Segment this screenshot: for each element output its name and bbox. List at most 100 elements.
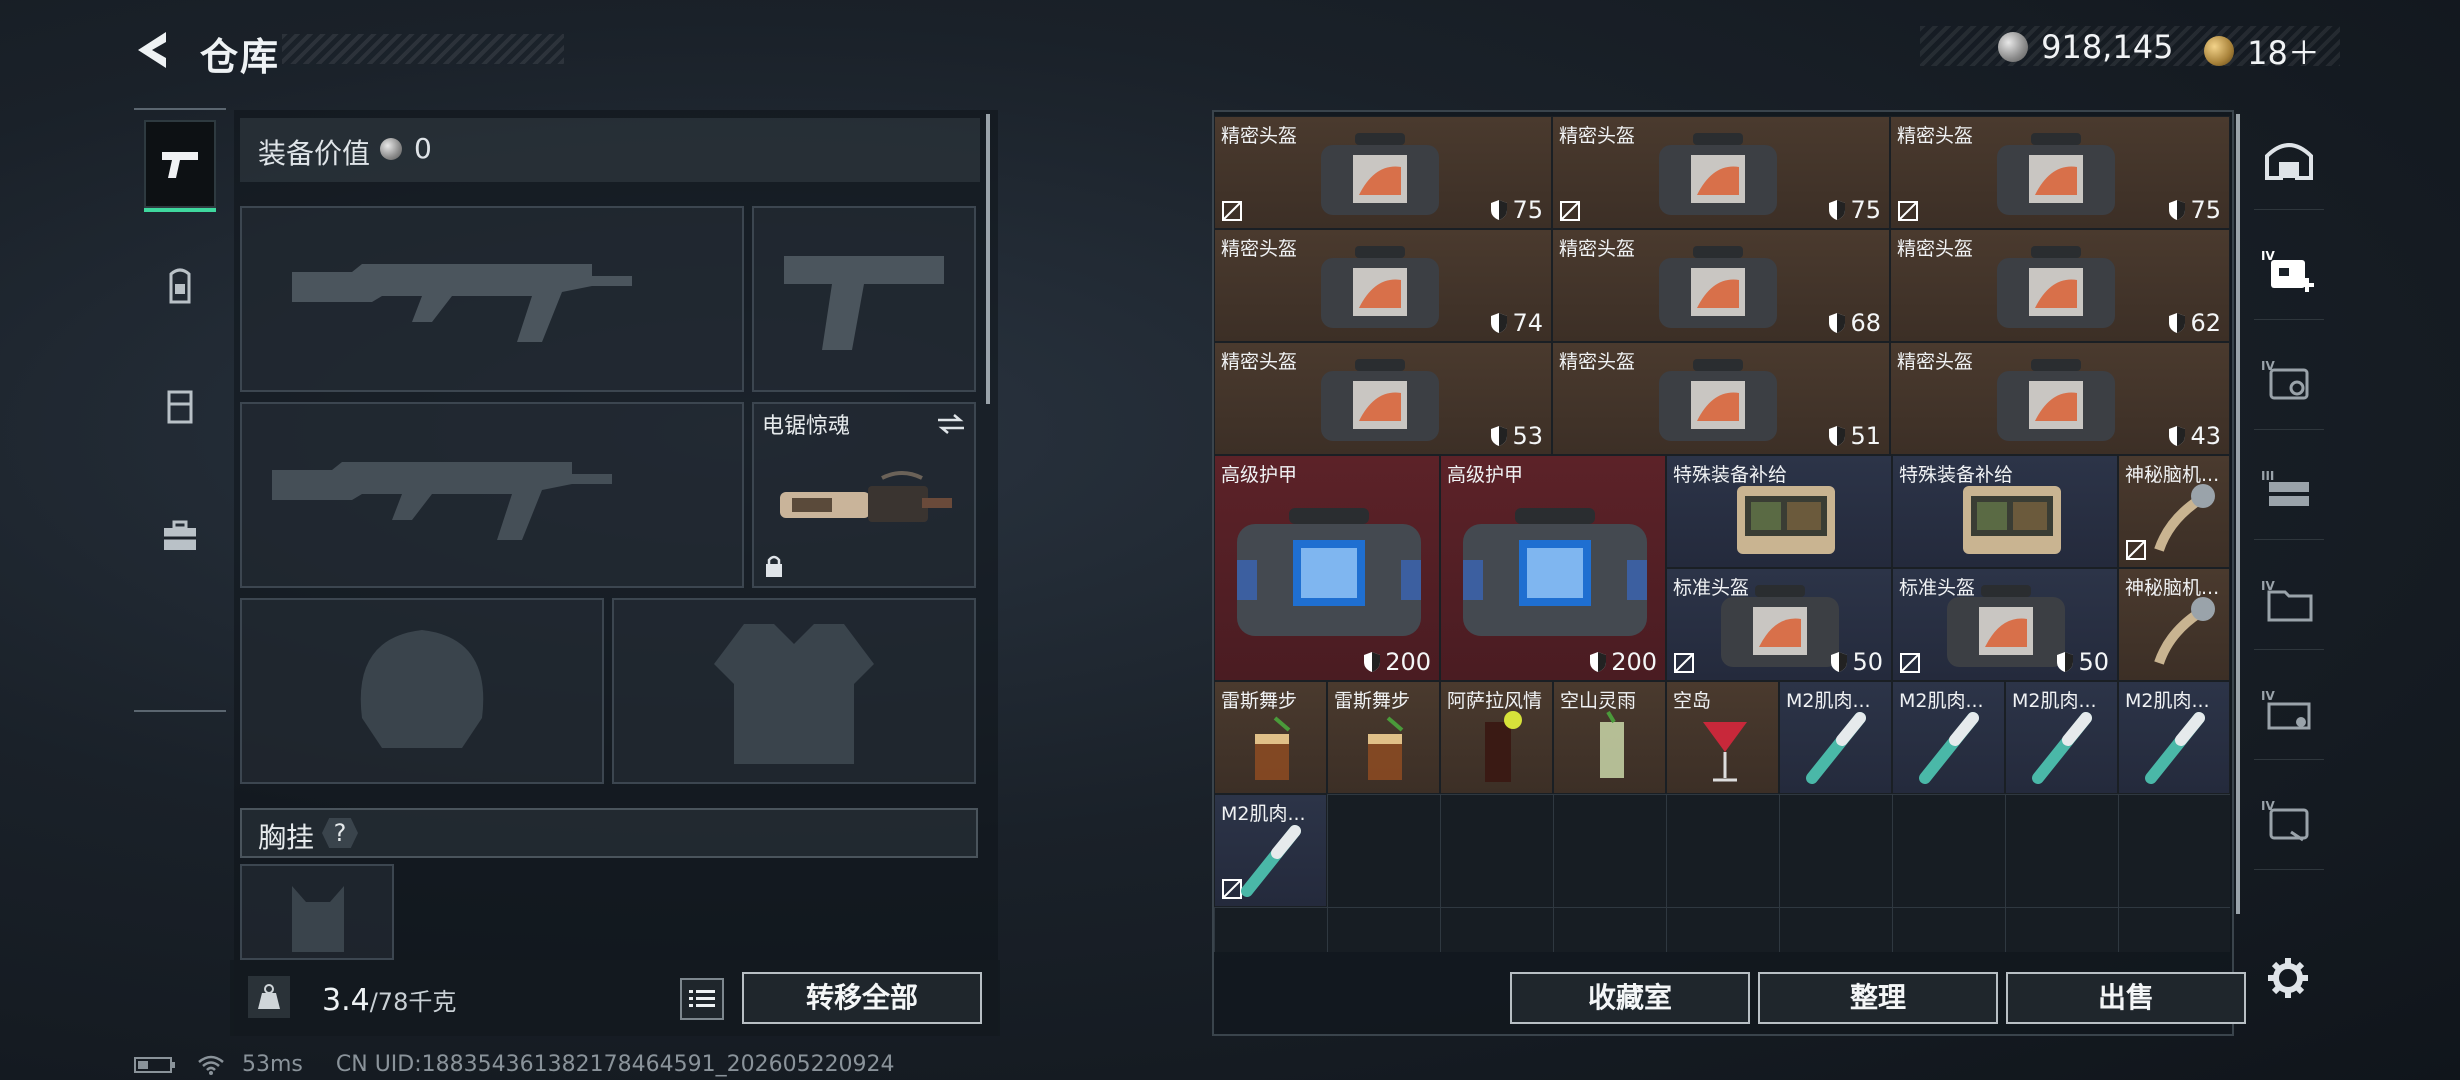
tab-storage-3[interactable]: IV: [2254, 550, 2324, 650]
helmet-silhouette-icon: [360, 630, 484, 748]
item-name: 精密头盔: [1559, 351, 1636, 373]
helmet-case-icon: [1997, 359, 2115, 441]
tab-rig[interactable]: [144, 360, 216, 452]
item-durability: 62: [2168, 309, 2221, 337]
item-durability: 43: [2168, 422, 2221, 450]
item-tile[interactable]: 神秘脑机...: [2118, 568, 2230, 681]
item-tile[interactable]: 高级护甲 200: [1214, 455, 1440, 681]
item-name: 精密头盔: [1897, 238, 1974, 260]
currency-gold[interactable]: 18＋: [2204, 28, 2320, 74]
item-tile[interactable]: M2肌肉...: [1779, 681, 1892, 794]
chest-rig-slot[interactable]: [240, 864, 394, 960]
toolbox-icon: [164, 520, 196, 550]
currency-silver[interactable]: 918,145: [1998, 28, 2173, 66]
shield-icon: [1491, 200, 1508, 220]
item-durability: 50: [2056, 648, 2109, 676]
back-button[interactable]: [132, 28, 176, 72]
settings-button[interactable]: [2266, 956, 2310, 1000]
transfer-all-button[interactable]: 转移全部: [742, 972, 982, 1024]
tab-weapons[interactable]: [144, 120, 216, 212]
helmet-slot[interactable]: [240, 598, 604, 784]
item-tile[interactable]: 精密头盔 62: [1890, 229, 2230, 342]
organize-button[interactable]: 整理: [1758, 972, 1998, 1024]
tab-items[interactable]: [144, 490, 216, 582]
tab-storage-4[interactable]: IV: [2254, 660, 2324, 760]
item-tile[interactable]: 标准头盔 50: [1892, 568, 2118, 681]
item-tile[interactable]: 精密头盔 51: [1552, 342, 1890, 455]
item-name: 精密头盔: [1559, 125, 1636, 147]
item-tile[interactable]: 特殊装备补给: [1666, 455, 1892, 568]
item-durability: 75: [1490, 196, 1543, 224]
helmet-case-icon: [1721, 585, 1839, 667]
gold-coin-icon: [2204, 36, 2234, 66]
wifi-icon: [198, 1055, 224, 1075]
chest-rig-help-button[interactable]: ?: [322, 818, 358, 848]
swap-icon[interactable]: [936, 412, 966, 436]
no-trade-icon: [1222, 201, 1242, 221]
item-durability: 53: [1490, 422, 1543, 450]
item-durability: 50: [1830, 648, 1883, 676]
item-durability: 68: [1828, 309, 1881, 337]
item-tile[interactable]: 空岛: [1666, 681, 1779, 794]
gold-amount: 18＋: [2247, 34, 2320, 72]
helmet-case-icon: [1947, 585, 2065, 667]
item-tile[interactable]: 神秘脑机...: [2118, 455, 2230, 568]
shield-icon: [2057, 652, 2074, 672]
tab-vault[interactable]: [2254, 110, 2324, 210]
item-tile[interactable]: 标准头盔 50: [1666, 568, 1892, 681]
item-tile[interactable]: 精密头盔 53: [1214, 342, 1552, 455]
item-tile[interactable]: 空山灵雨: [1553, 681, 1666, 794]
no-trade-icon: [1900, 653, 1920, 673]
storage-scrollbar[interactable]: [2236, 114, 2240, 914]
tab-storage-2[interactable]: III: [2254, 440, 2324, 540]
item-tile[interactable]: M2肌肉...: [1892, 681, 2005, 794]
item-tile[interactable]: 雷斯舞步: [1214, 681, 1327, 794]
injector-icon: [1919, 712, 1979, 784]
brain-device-icon: [2154, 484, 2215, 552]
item-tile[interactable]: 精密头盔 68: [1552, 229, 1890, 342]
item-tile[interactable]: 高级护甲 200: [1440, 455, 1666, 681]
tab-helmet-armor[interactable]: [144, 240, 216, 332]
item-tile[interactable]: 精密头盔 43: [1890, 342, 2230, 455]
item-tile[interactable]: M2肌肉...: [2118, 681, 2230, 794]
item-tile[interactable]: 精密头盔 75: [1214, 116, 1552, 229]
title-decoration: [282, 34, 564, 64]
tab-storage-5[interactable]: IV: [2254, 770, 2324, 870]
injector-icon: [2032, 712, 2092, 784]
weight-display: 3.4/78千克: [322, 982, 456, 1018]
cocktail-glass-icon: [1255, 716, 1291, 780]
secondary-weapon-slot[interactable]: [240, 402, 744, 588]
item-name: 精密头盔: [1897, 351, 1974, 373]
tab-storage-1[interactable]: IV: [2254, 330, 2324, 430]
melee-slot[interactable]: 电锯惊魂: [752, 402, 976, 588]
item-name: 雷斯舞步: [1221, 690, 1298, 712]
item-tile[interactable]: 精密头盔 74: [1214, 229, 1552, 342]
storage-case-icon: IV: [2261, 799, 2309, 841]
pistol-slot[interactable]: [752, 206, 976, 392]
item-tile[interactable]: 精密头盔 75: [1890, 116, 2230, 229]
injector-icon: [1241, 825, 1301, 897]
item-tile[interactable]: 精密头盔 75: [1552, 116, 1890, 229]
brain-device-icon: [2154, 597, 2215, 665]
item-tile[interactable]: M2肌肉...: [2005, 681, 2118, 794]
svg-text:III: III: [2261, 469, 2274, 483]
armor-case-icon: [1237, 508, 1421, 636]
helmet-case-icon: [1659, 359, 1777, 441]
cocktail-glass-icon: [1485, 711, 1522, 782]
value-coin-icon: [380, 138, 402, 160]
equipment-scrollbar[interactable]: [986, 114, 990, 404]
item-tile[interactable]: 特殊装备补给: [1892, 455, 2118, 568]
list-view-button[interactable]: [680, 978, 724, 1020]
tab-storage-add[interactable]: IV: [2254, 220, 2324, 320]
item-tile[interactable]: 雷斯舞步: [1327, 681, 1440, 794]
back-arrow-icon: [138, 32, 166, 68]
item-name: 精密头盔: [1221, 238, 1298, 260]
collection-room-button[interactable]: 收藏室: [1510, 972, 1750, 1024]
item-tile[interactable]: 阿萨拉风情: [1440, 681, 1553, 794]
item-durability: 51: [1828, 422, 1881, 450]
item-durability: 74: [1490, 309, 1543, 337]
primary-weapon-slot[interactable]: [240, 206, 744, 392]
armor-slot[interactable]: [612, 598, 976, 784]
item-tile[interactable]: M2肌肉...: [1214, 794, 1327, 907]
sell-button[interactable]: 出售: [2006, 972, 2246, 1024]
